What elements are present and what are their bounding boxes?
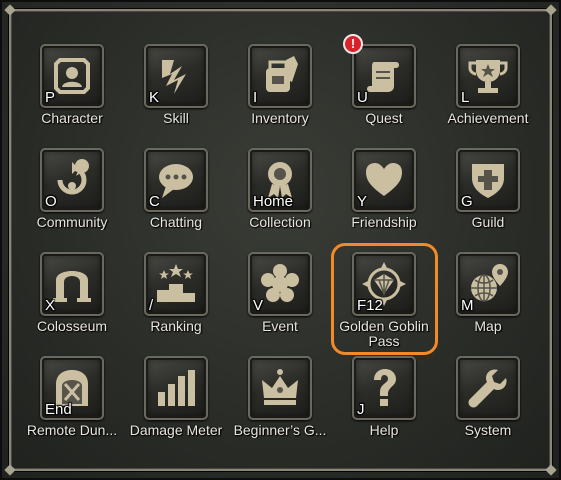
menu-item-label: Beginner’s G... (233, 423, 327, 438)
hotkey-label: End (45, 401, 72, 418)
hotkey-label: I (253, 89, 258, 106)
hotkey-label: L (461, 89, 470, 106)
beginners-guide-crown-icon (262, 369, 298, 405)
help-question-icon (374, 369, 396, 406)
damage-meter-bars-icon (158, 370, 195, 406)
menu-grid: P Character K Skill I Inventory U Quest … (0, 0, 561, 480)
menu-item-beginners-guide[interactable]: Beginner’s G... (228, 352, 332, 456)
menu-item-label: Achievement (447, 111, 529, 126)
beginners-guide-button[interactable] (248, 356, 312, 420)
hotkey-label: C (149, 193, 160, 210)
menu-item-friendship[interactable]: Y Friendship (332, 144, 436, 248)
menu-item-label: Character (41, 111, 103, 126)
menu-item-label: Remote Dun... (26, 423, 118, 438)
menu-item-label: Map (474, 319, 502, 334)
remote-dungeon-button[interactable]: End (40, 356, 104, 420)
hotkey-label: U (357, 89, 368, 106)
menu-item-remote-dungeon[interactable]: End Remote Dun... (20, 352, 124, 456)
quest-button[interactable]: U (352, 44, 416, 108)
hotkey-label: M (461, 297, 474, 314)
menu-item-label: Quest (365, 111, 403, 126)
menu-item-label: Inventory (251, 111, 309, 126)
damage-meter-button[interactable] (144, 356, 208, 420)
menu-item-event[interactable]: V Event (228, 248, 332, 352)
help-button[interactable]: J (352, 356, 416, 420)
inventory-bag-icon (266, 56, 298, 92)
hotkey-label: Y (357, 193, 368, 210)
event-flower-icon (261, 264, 299, 302)
guild-button[interactable]: G (456, 148, 520, 212)
hotkey-label: V (253, 297, 264, 314)
menu-item-label: Help (369, 423, 399, 438)
hotkey-label: / (149, 297, 154, 314)
hotkey-label: O (45, 193, 57, 210)
menu-item-guild[interactable]: G Guild (436, 144, 540, 248)
menu-item-label: Guild (471, 215, 505, 230)
inventory-button[interactable]: I (248, 44, 312, 108)
menu-item-label: Skill (163, 111, 189, 126)
hotkey-label: Home (253, 193, 294, 210)
menu-item-quest[interactable]: U Quest (332, 40, 436, 144)
quest-alert-badge: ! (343, 34, 363, 54)
menu-item-label: System (464, 423, 512, 438)
skill-button[interactable]: K (144, 44, 208, 108)
menu-item-label: Event (262, 319, 298, 334)
menu-item-help[interactable]: J Help (332, 352, 436, 456)
menu-item-colosseum[interactable]: X Colosseum (20, 248, 124, 352)
menu-item-label: Collection (249, 215, 311, 230)
colosseum-arch-icon (53, 271, 91, 302)
hotkey-label: G (461, 193, 473, 210)
menu-item-community[interactable]: O Community (20, 144, 124, 248)
menu-item-skill[interactable]: K Skill (124, 40, 228, 144)
event-button[interactable]: V (248, 252, 312, 316)
menu-item-label: Colosseum (36, 319, 108, 334)
system-button[interactable] (456, 356, 520, 420)
collection-button[interactable]: Home (248, 148, 312, 212)
menu-item-chatting[interactable]: C Chatting (124, 144, 228, 248)
menu-item-achievement[interactable]: L Achievement (436, 40, 540, 144)
system-wrench-icon (468, 369, 507, 408)
ranking-button[interactable]: / (144, 252, 208, 316)
hotkey-label: X (45, 297, 56, 314)
menu-item-ranking[interactable]: / Ranking (124, 248, 228, 352)
chatting-button[interactable]: C (144, 148, 208, 212)
menu-item-label: Community (36, 215, 108, 230)
map-button[interactable]: M (456, 252, 520, 316)
hotkey-label: J (357, 401, 365, 418)
colosseum-button[interactable]: X (40, 252, 104, 316)
ranking-podium-icon (157, 264, 195, 302)
menu-item-map[interactable]: M Map (436, 248, 540, 352)
menu-item-label: Ranking (150, 319, 202, 334)
menu-item-damage-meter[interactable]: Damage Meter (124, 352, 228, 456)
menu-item-label: Damage Meter (129, 423, 223, 438)
menu-item-label: Chatting (149, 215, 203, 230)
golden-goblin-pass-highlight (331, 243, 438, 355)
menu-item-label: Friendship (351, 215, 417, 230)
character-portrait-icon (54, 58, 90, 94)
community-button[interactable]: O (40, 148, 104, 212)
skill-lightning-icon (162, 60, 186, 94)
menu-item-collection[interactable]: Home Collection (228, 144, 332, 248)
character-button[interactable]: P (40, 44, 104, 108)
hotkey-label: K (149, 89, 160, 106)
achievement-button[interactable]: L (456, 44, 520, 108)
menu-item-inventory[interactable]: I Inventory (228, 40, 332, 144)
menu-item-character[interactable]: P Character (20, 40, 124, 144)
achievement-trophy-icon (468, 60, 508, 93)
friendship-heart-icon (366, 163, 402, 196)
menu-item-system[interactable]: System (436, 352, 540, 456)
friendship-button[interactable]: Y (352, 148, 416, 212)
hotkey-label: P (45, 89, 56, 106)
